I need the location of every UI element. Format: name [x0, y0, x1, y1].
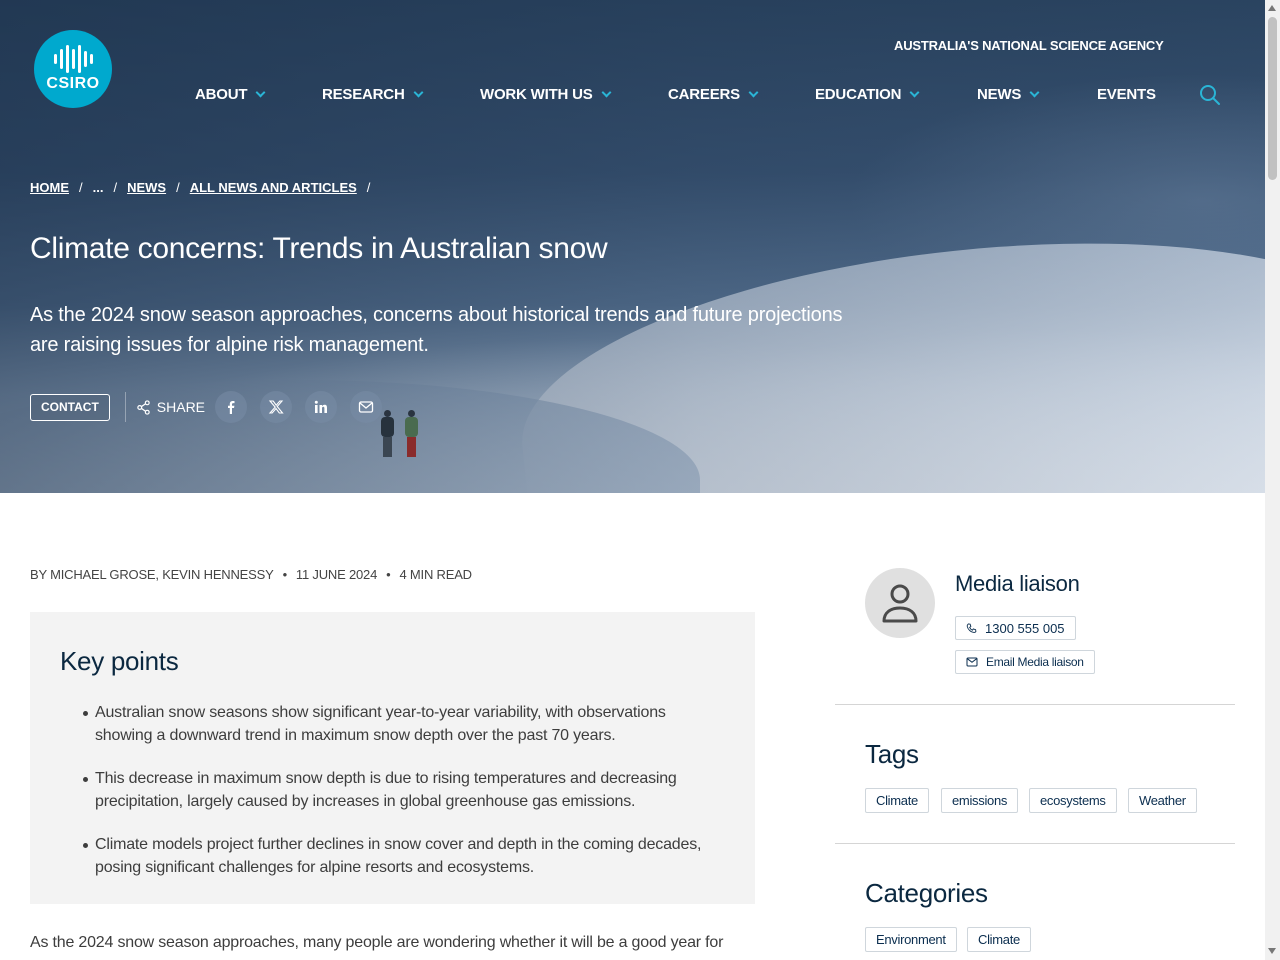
breadcrumb-all-news[interactable]: ALL NEWS AND ARTICLES [190, 180, 357, 195]
x-icon [268, 400, 284, 414]
envelope-icon [358, 401, 374, 413]
list-item: This decrease in maximum snow depth is d… [60, 767, 725, 813]
sidebar-divider [835, 843, 1235, 844]
user-icon [882, 584, 918, 623]
chevron-down-icon [909, 87, 920, 98]
share-label: SHARE [136, 399, 205, 415]
article-body: As the 2024 snow season approaches, many… [30, 934, 724, 951]
tag-climate[interactable]: Climate [865, 788, 929, 813]
logo-text: CSIRO [46, 75, 100, 92]
share-icon [137, 399, 150, 415]
categories-title: Categories [865, 878, 988, 908]
byline-read-time: 4 MIN READ [399, 567, 472, 582]
nav-item-research[interactable]: RESEARCH [322, 86, 424, 103]
key-points-list: Australian snow seasons show significant… [60, 701, 725, 879]
sidebar-divider [835, 704, 1235, 705]
nav-item-education[interactable]: EDUCATION [815, 86, 920, 103]
email-share-button[interactable] [350, 391, 383, 423]
phone-button[interactable]: 1300 555 005 [955, 616, 1076, 640]
logo-bars-icon [53, 45, 93, 73]
list-item: Climate models project further declines … [60, 833, 725, 879]
csiro-logo[interactable]: CSIRO [34, 30, 112, 108]
facebook-share-button[interactable] [215, 391, 248, 423]
category-environment[interactable]: Environment [865, 927, 957, 952]
facebook-icon [228, 401, 235, 414]
nav-item-careers[interactable]: CAREERS [668, 86, 759, 103]
breadcrumb-news[interactable]: NEWS [127, 180, 166, 195]
breadcrumb-home[interactable]: HOME [30, 180, 69, 195]
article-lede: As the 2024 snow season approaches, conc… [30, 304, 843, 356]
tag-ecosystems[interactable]: ecosystems [1029, 788, 1117, 813]
tags-title: Tags [865, 739, 919, 769]
breadcrumb-ellipsis[interactable]: ... [93, 180, 104, 195]
search-icon[interactable] [1199, 84, 1221, 106]
scrollbar-thumb[interactable] [1268, 17, 1277, 180]
key-points-box: Key points Australian snow seasons show … [30, 612, 755, 904]
phone-icon [966, 622, 977, 633]
x-share-button[interactable] [260, 391, 293, 423]
divider [124, 392, 126, 422]
byline-date: 11 JUNE 2024 [295, 567, 378, 582]
article-actions: CONTACT SHARE [30, 391, 395, 423]
byline-authors: BY MICHAEL GROSE, KEVIN HENNESSY [30, 567, 274, 582]
avatar [865, 568, 935, 638]
chevron-down-icon [255, 87, 266, 98]
chevron-down-icon [1029, 87, 1040, 98]
nav-item-about[interactable]: ABOUT [195, 86, 266, 103]
chevron-down-icon [748, 87, 759, 98]
media-liaison-title: Media liaison [955, 571, 1080, 596]
article-byline: BY MICHAEL GROSE, KEVIN HENNESSY • 11 JUNE… [30, 567, 472, 582]
chevron-down-icon [413, 87, 424, 98]
scroll-down-icon[interactable] [1268, 948, 1276, 954]
breadcrumb: HOME / ... / NEWS / ALL NEWS AND ARTICLES / [30, 180, 371, 195]
nav-item-events[interactable]: EVENTS [1097, 86, 1156, 103]
contact-button[interactable]: CONTACT [30, 393, 110, 421]
key-points-title: Key points [60, 646, 179, 676]
tag-weather[interactable]: Weather [1128, 788, 1197, 813]
linkedin-icon [314, 400, 328, 413]
list-item: Australian snow seasons show significant… [60, 701, 725, 747]
nav-item-work-with-us[interactable]: WORK WITH US [480, 86, 612, 103]
category-climate[interactable]: Climate [967, 927, 1031, 952]
scroll-up-icon[interactable] [1268, 5, 1276, 11]
chevron-down-icon [601, 87, 612, 98]
envelope-icon [966, 657, 978, 667]
linkedin-share-button[interactable] [305, 391, 338, 423]
nav-item-news[interactable]: NEWS [977, 86, 1040, 103]
tag-emissions[interactable]: emissions [941, 788, 1019, 813]
scrollbar[interactable] [1265, 0, 1280, 960]
agency-tagline: AUSTRALIA'S NATIONAL SCIENCE AGENCY [894, 38, 1164, 53]
email-media-button[interactable]: Email Media liaison [955, 650, 1095, 674]
page-title: Climate concerns: Trends in Australian s… [30, 232, 608, 265]
